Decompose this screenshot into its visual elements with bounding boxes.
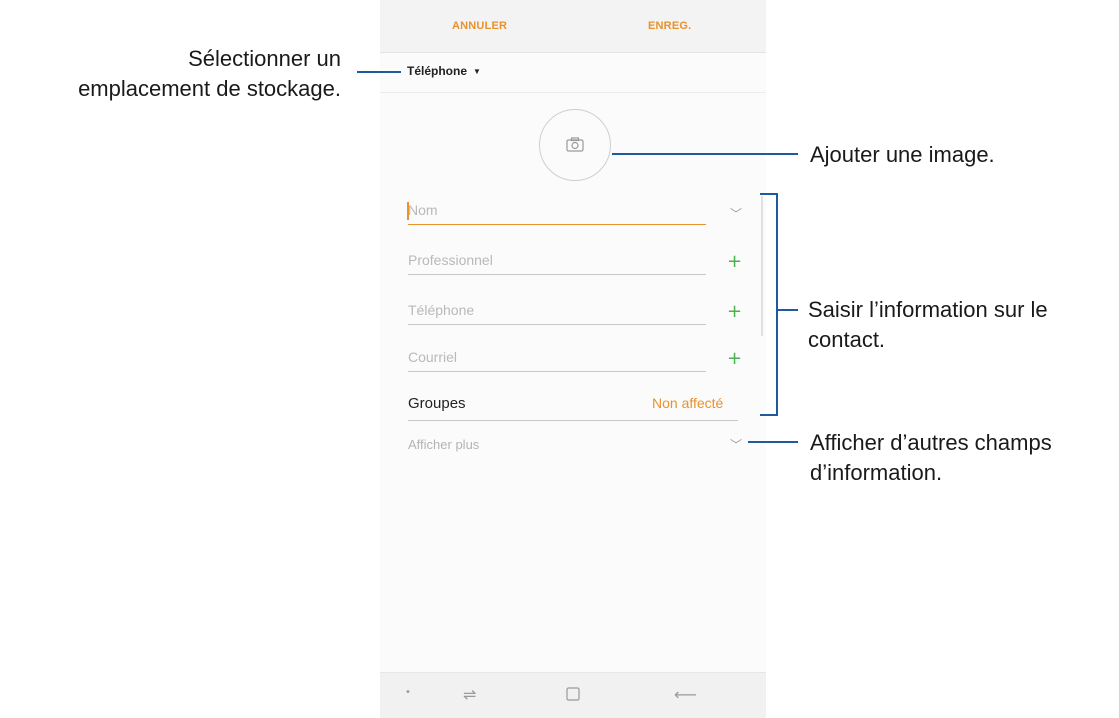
info-bracket-side	[776, 193, 778, 416]
storage-callout: Sélectionner un emplacement de stockage.	[0, 44, 341, 104]
info-bracket-bottom	[760, 414, 778, 416]
image-callout-line-1: Ajouter une image.	[810, 142, 995, 167]
more-callout-leader	[748, 441, 798, 443]
cancel-button[interactable]: ANNULER	[452, 20, 507, 32]
groups-label: Groupes	[408, 395, 466, 412]
recent-apps-icon[interactable]: ⇌	[463, 685, 476, 704]
phone-field[interactable]: Téléphone	[408, 296, 706, 325]
company-field[interactable]: Professionnel	[408, 246, 706, 275]
company-placeholder: Professionnel	[408, 252, 493, 268]
action-bar: ANNULER ENREG.	[380, 0, 766, 53]
add-company-plus-icon[interactable]: +	[727, 253, 742, 271]
email-placeholder: Courriel	[408, 349, 458, 365]
divider	[408, 420, 738, 421]
groups-value[interactable]: Non affecté	[652, 395, 723, 411]
storage-location-label: Téléphone	[407, 64, 468, 78]
more-callout-line-1: Afficher d’autres champs	[810, 430, 1052, 455]
info-callout-line-1: Saisir l’information sur le	[808, 297, 1048, 322]
info-callout: Saisir l’information sur le contact.	[808, 295, 1048, 355]
storage-callout-line-2: emplacement de stockage.	[78, 76, 341, 101]
name-field[interactable]: Nom	[407, 196, 706, 225]
phone-placeholder: Téléphone	[408, 302, 475, 318]
home-icon[interactable]	[566, 687, 580, 701]
image-callout: Ajouter une image.	[810, 140, 995, 170]
save-button[interactable]: ENREG.	[648, 20, 691, 32]
info-callout-line-2: contact.	[808, 327, 886, 352]
scrollbar[interactable]	[761, 196, 763, 336]
email-field[interactable]: Courriel	[408, 343, 706, 372]
more-callout: Afficher d’autres champs d’information.	[810, 428, 1052, 488]
back-icon[interactable]: ⟵	[674, 685, 697, 704]
contact-editor-screen: ANNULER ENREG. Téléphone ▼ Nom ﹀ Professi…	[380, 0, 766, 718]
storage-callout-leader	[357, 71, 401, 73]
image-callout-leader	[612, 153, 798, 155]
add-image-button[interactable]	[539, 109, 611, 181]
dropdown-caret-icon: ▼	[473, 67, 481, 76]
more-callout-line-2: d’information.	[810, 460, 943, 485]
chevron-down-icon[interactable]: ﹀	[730, 206, 742, 222]
name-placeholder: Nom	[408, 202, 438, 218]
add-phone-plus-icon[interactable]: +	[727, 303, 742, 321]
storage-callout-line-1: Sélectionner un	[188, 46, 341, 71]
show-more-chevron-icon[interactable]: ﹀	[730, 437, 742, 453]
divider	[380, 92, 766, 93]
add-email-plus-icon[interactable]: +	[727, 350, 742, 368]
show-more-button[interactable]: Afficher plus	[408, 437, 479, 452]
info-bracket-tick	[778, 309, 798, 311]
dot-indicator-icon: •	[405, 687, 411, 698]
navigation-bar: • ⇌ ⟵	[380, 672, 766, 718]
storage-location-selector[interactable]: Téléphone ▼	[407, 64, 481, 78]
camera-icon	[566, 137, 584, 152]
